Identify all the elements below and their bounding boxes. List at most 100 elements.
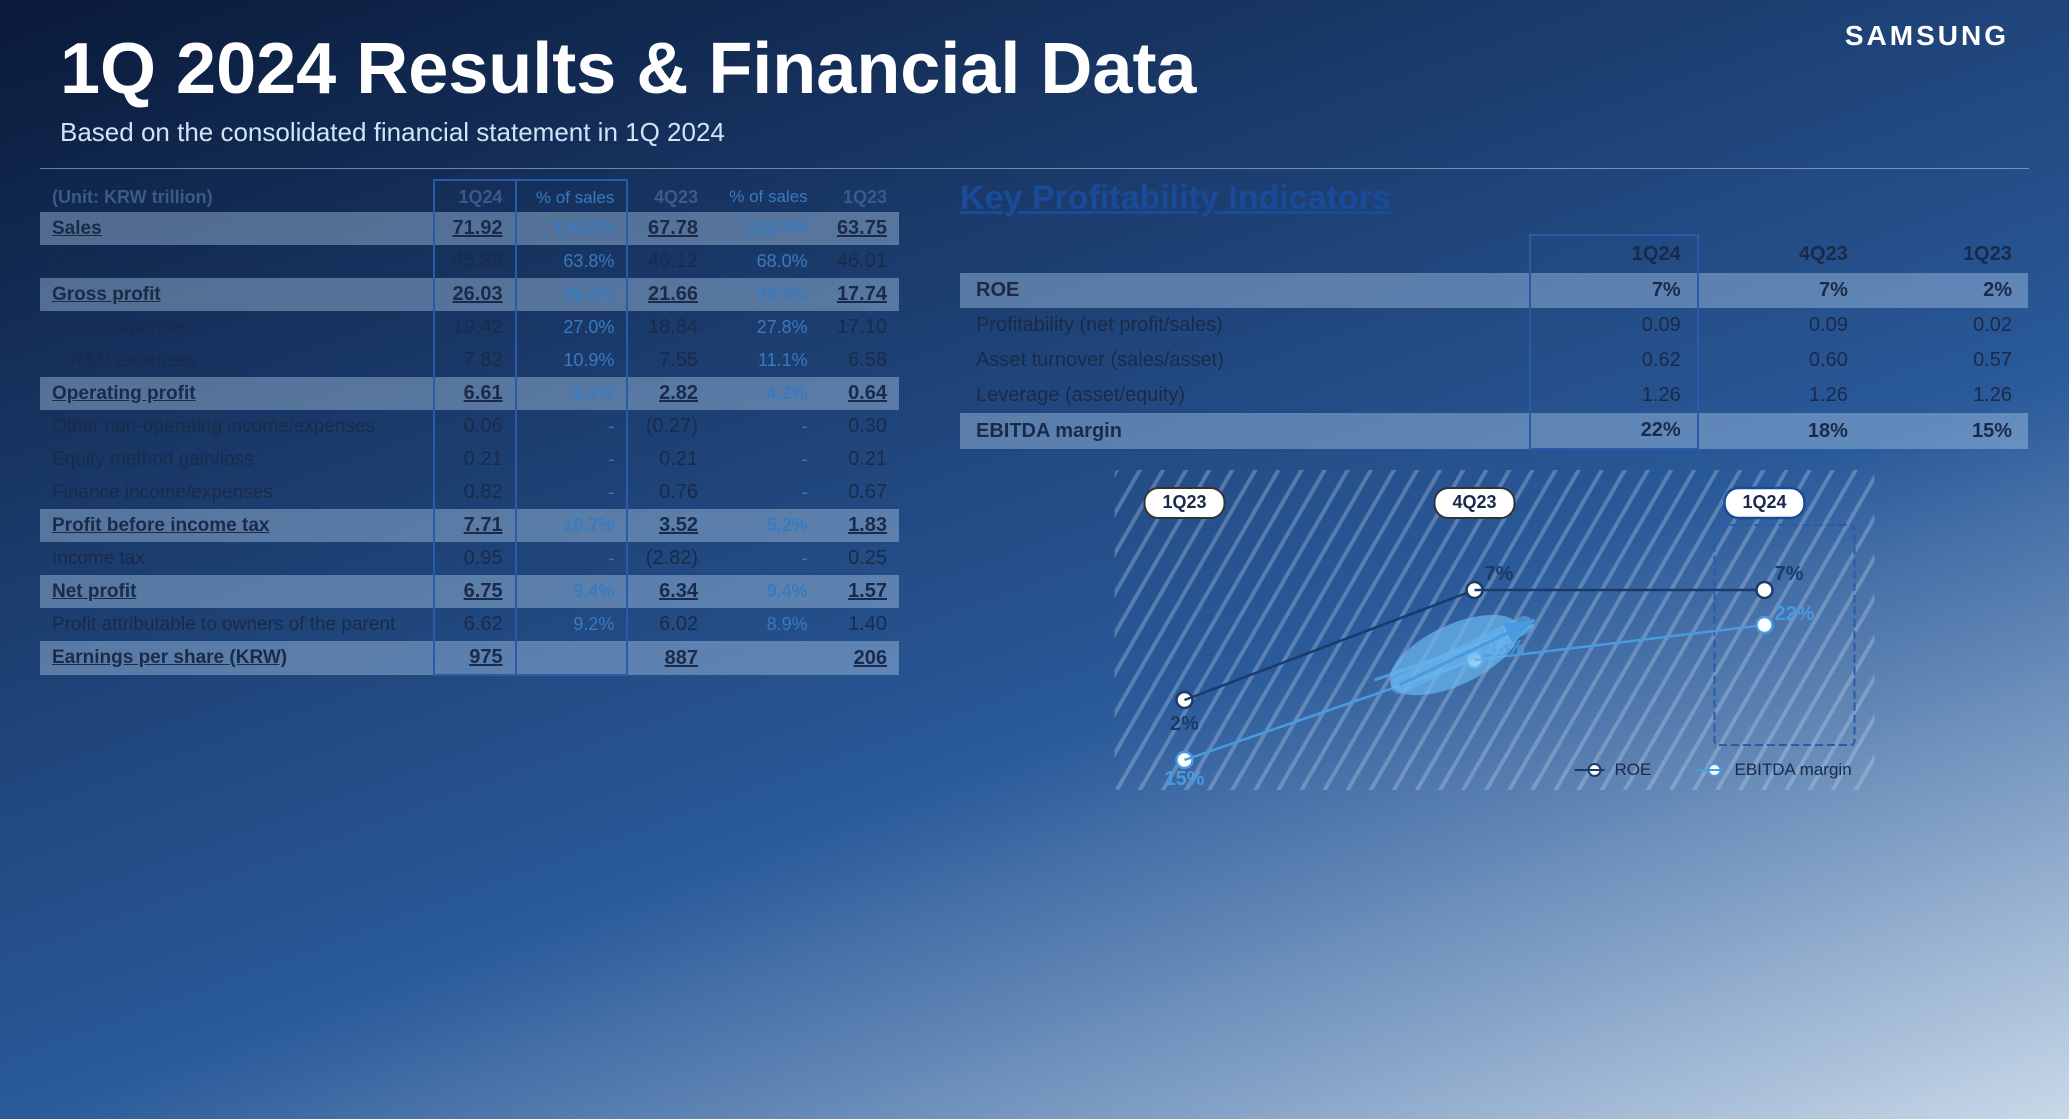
row-v3: 206 [820, 641, 899, 675]
table-row: Net profit 6.75 9.4% 6.34 9.4% 1.57 [40, 575, 899, 608]
svg-text:22%: 22% [1775, 603, 1815, 625]
kpi-title: Key Profitability Indicators [960, 179, 2029, 218]
row-p2: 100.0% [710, 212, 820, 245]
svg-text:1Q24: 1Q24 [1742, 492, 1786, 512]
svg-text:4Q23: 4Q23 [1452, 492, 1496, 512]
row-p1: 9.4% [516, 575, 628, 608]
row-v1: 6.61 [434, 377, 515, 410]
row-v2: 67.78 [627, 212, 710, 245]
row-v3: 1.40 [820, 608, 899, 641]
kpi-row-v2: 0.60 [1698, 343, 1864, 378]
kpi-row-v2: 1.26 [1698, 378, 1864, 413]
row-v3: 0.21 [820, 443, 899, 476]
row-p1: 10.7% [516, 509, 628, 542]
row-v1: 0.82 [434, 476, 515, 509]
table-row: SG&A expenses 19.42 27.0% 18.84 27.8% 17… [40, 311, 899, 344]
table-row: Cost of sales 45.89 63.8% 46.12 68.0% 46… [40, 245, 899, 278]
kpi-row: EBITDA margin 22% 18% 15% [960, 413, 2028, 449]
kpi-row-v3: 2% [1864, 273, 2028, 308]
row-p1: 63.8% [516, 245, 628, 278]
row-v2: 0.21 [627, 443, 710, 476]
page-title: 1Q 2024 Results & Financial Data [60, 30, 2009, 109]
row-v3: 0.67 [820, 476, 899, 509]
kpi-row-label: ROE [960, 273, 1530, 308]
row-v3: 17.74 [820, 278, 899, 311]
row-p2: 11.1% [710, 344, 820, 377]
row-p1: 36.2% [516, 278, 628, 311]
row-p2: - [710, 410, 820, 443]
col-1q23: 1Q23 [820, 180, 899, 212]
financial-table-section: (Unit: KRW trillion) 1Q24 % of sales 4Q2… [40, 179, 900, 790]
row-v1: 45.89 [434, 245, 515, 278]
row-p2: 9.4% [710, 575, 820, 608]
table-unit-row: (Unit: KRW trillion) 1Q24 % of sales 4Q2… [40, 180, 899, 212]
row-v1: 975 [434, 641, 515, 675]
row-label: Earnings per share (KRW) [40, 641, 434, 675]
kpi-row: ROE 7% 7% 2% [960, 273, 2028, 308]
kpi-row-v1: 0.09 [1530, 308, 1698, 343]
kpi-row-v3: 1.26 [1864, 378, 2028, 413]
svg-text:1Q23: 1Q23 [1162, 492, 1206, 512]
row-v2: 887 [627, 641, 710, 675]
header-section: 1Q 2024 Results & Financial Data Based o… [0, 0, 2069, 168]
financial-tbody: Sales 71.92 100.0% 67.78 100.0% 63.75 Co… [40, 212, 899, 675]
kpi-row-v3: 0.57 [1864, 343, 2028, 378]
svg-text:EBITDA margin: EBITDA margin [1735, 760, 1852, 779]
kpi-row-label: Profitability (net profit/sales) [960, 308, 1530, 343]
col-4q23: 4Q23 [627, 180, 710, 212]
row-p2 [710, 641, 820, 675]
samsung-logo: SAMSUNG [1845, 20, 2009, 52]
row-v1: 6.75 [434, 575, 515, 608]
svg-text:ROE: ROE [1615, 760, 1652, 779]
kpi-row-v2: 0.09 [1698, 308, 1864, 343]
row-label: Income tax [40, 542, 434, 575]
svg-text:2%: 2% [1170, 713, 1199, 735]
kpi-row-label: EBITDA margin [960, 413, 1530, 449]
kpi-col-1q23: 1Q23 [1864, 235, 2028, 273]
kpi-header-row: 1Q24 4Q23 1Q23 [960, 235, 2028, 273]
row-label: Profit attributable to owners of the par… [40, 608, 434, 641]
kpi-row-v1: 0.62 [1530, 343, 1698, 378]
row-p2: 4.2% [710, 377, 820, 410]
kpi-row-v2: 18% [1698, 413, 1864, 449]
row-p1: - [516, 410, 628, 443]
row-v2: (0.27) [627, 410, 710, 443]
kpi-row-v3: 0.02 [1864, 308, 2028, 343]
row-v3: 0.25 [820, 542, 899, 575]
row-v1: 26.03 [434, 278, 515, 311]
table-row: Income tax 0.95 - (2.82) - 0.25 [40, 542, 899, 575]
row-label: Sales [40, 212, 434, 245]
row-v1: 7.71 [434, 509, 515, 542]
table-row: Other non-operating income/expenses 0.06… [40, 410, 899, 443]
kpi-row-v2: 7% [1698, 273, 1864, 308]
content-area: (Unit: KRW trillion) 1Q24 % of sales 4Q2… [0, 169, 2069, 800]
row-v2: (2.82) [627, 542, 710, 575]
row-p1: 27.0% [516, 311, 628, 344]
kpi-table: 1Q24 4Q23 1Q23 ROE 7% 7% 2% Profitabilit… [960, 234, 2029, 450]
table-row: Profit before income tax 7.71 10.7% 3.52… [40, 509, 899, 542]
row-p2: - [710, 443, 820, 476]
row-v2: 6.02 [627, 608, 710, 641]
row-label: Gross profit [40, 278, 434, 311]
kpi-row: Profitability (net profit/sales) 0.09 0.… [960, 308, 2028, 343]
row-label: Profit before income tax [40, 509, 434, 542]
svg-text:15%: 15% [1164, 768, 1204, 790]
kpi-row-label: Leverage (asset/equity) [960, 378, 1530, 413]
row-p1: - [516, 476, 628, 509]
row-v1: 7.82 [434, 344, 515, 377]
row-label: Operating profit [40, 377, 434, 410]
table-row: R&D expenses 7.82 10.9% 7.55 11.1% 6.58 [40, 344, 899, 377]
row-v1: 0.21 [434, 443, 515, 476]
kpi-row-v1: 7% [1530, 273, 1698, 308]
col-1q24: 1Q24 [434, 180, 515, 212]
chart-svg: 1Q23 4Q23 1Q24 2% 7% 7% [960, 470, 2029, 790]
kpi-row-v3: 15% [1864, 413, 2028, 449]
row-v3: 0.64 [820, 377, 899, 410]
row-p2: - [710, 476, 820, 509]
chart-area: 1Q23 4Q23 1Q24 2% 7% 7% [960, 470, 2029, 790]
row-p2: 27.8% [710, 311, 820, 344]
kpi-col-1q24: 1Q24 [1530, 235, 1698, 273]
kpi-row: Asset turnover (sales/asset) 0.62 0.60 0… [960, 343, 2028, 378]
row-v1: 0.95 [434, 542, 515, 575]
table-row: Operating profit 6.61 9.2% 2.82 4.2% 0.6… [40, 377, 899, 410]
